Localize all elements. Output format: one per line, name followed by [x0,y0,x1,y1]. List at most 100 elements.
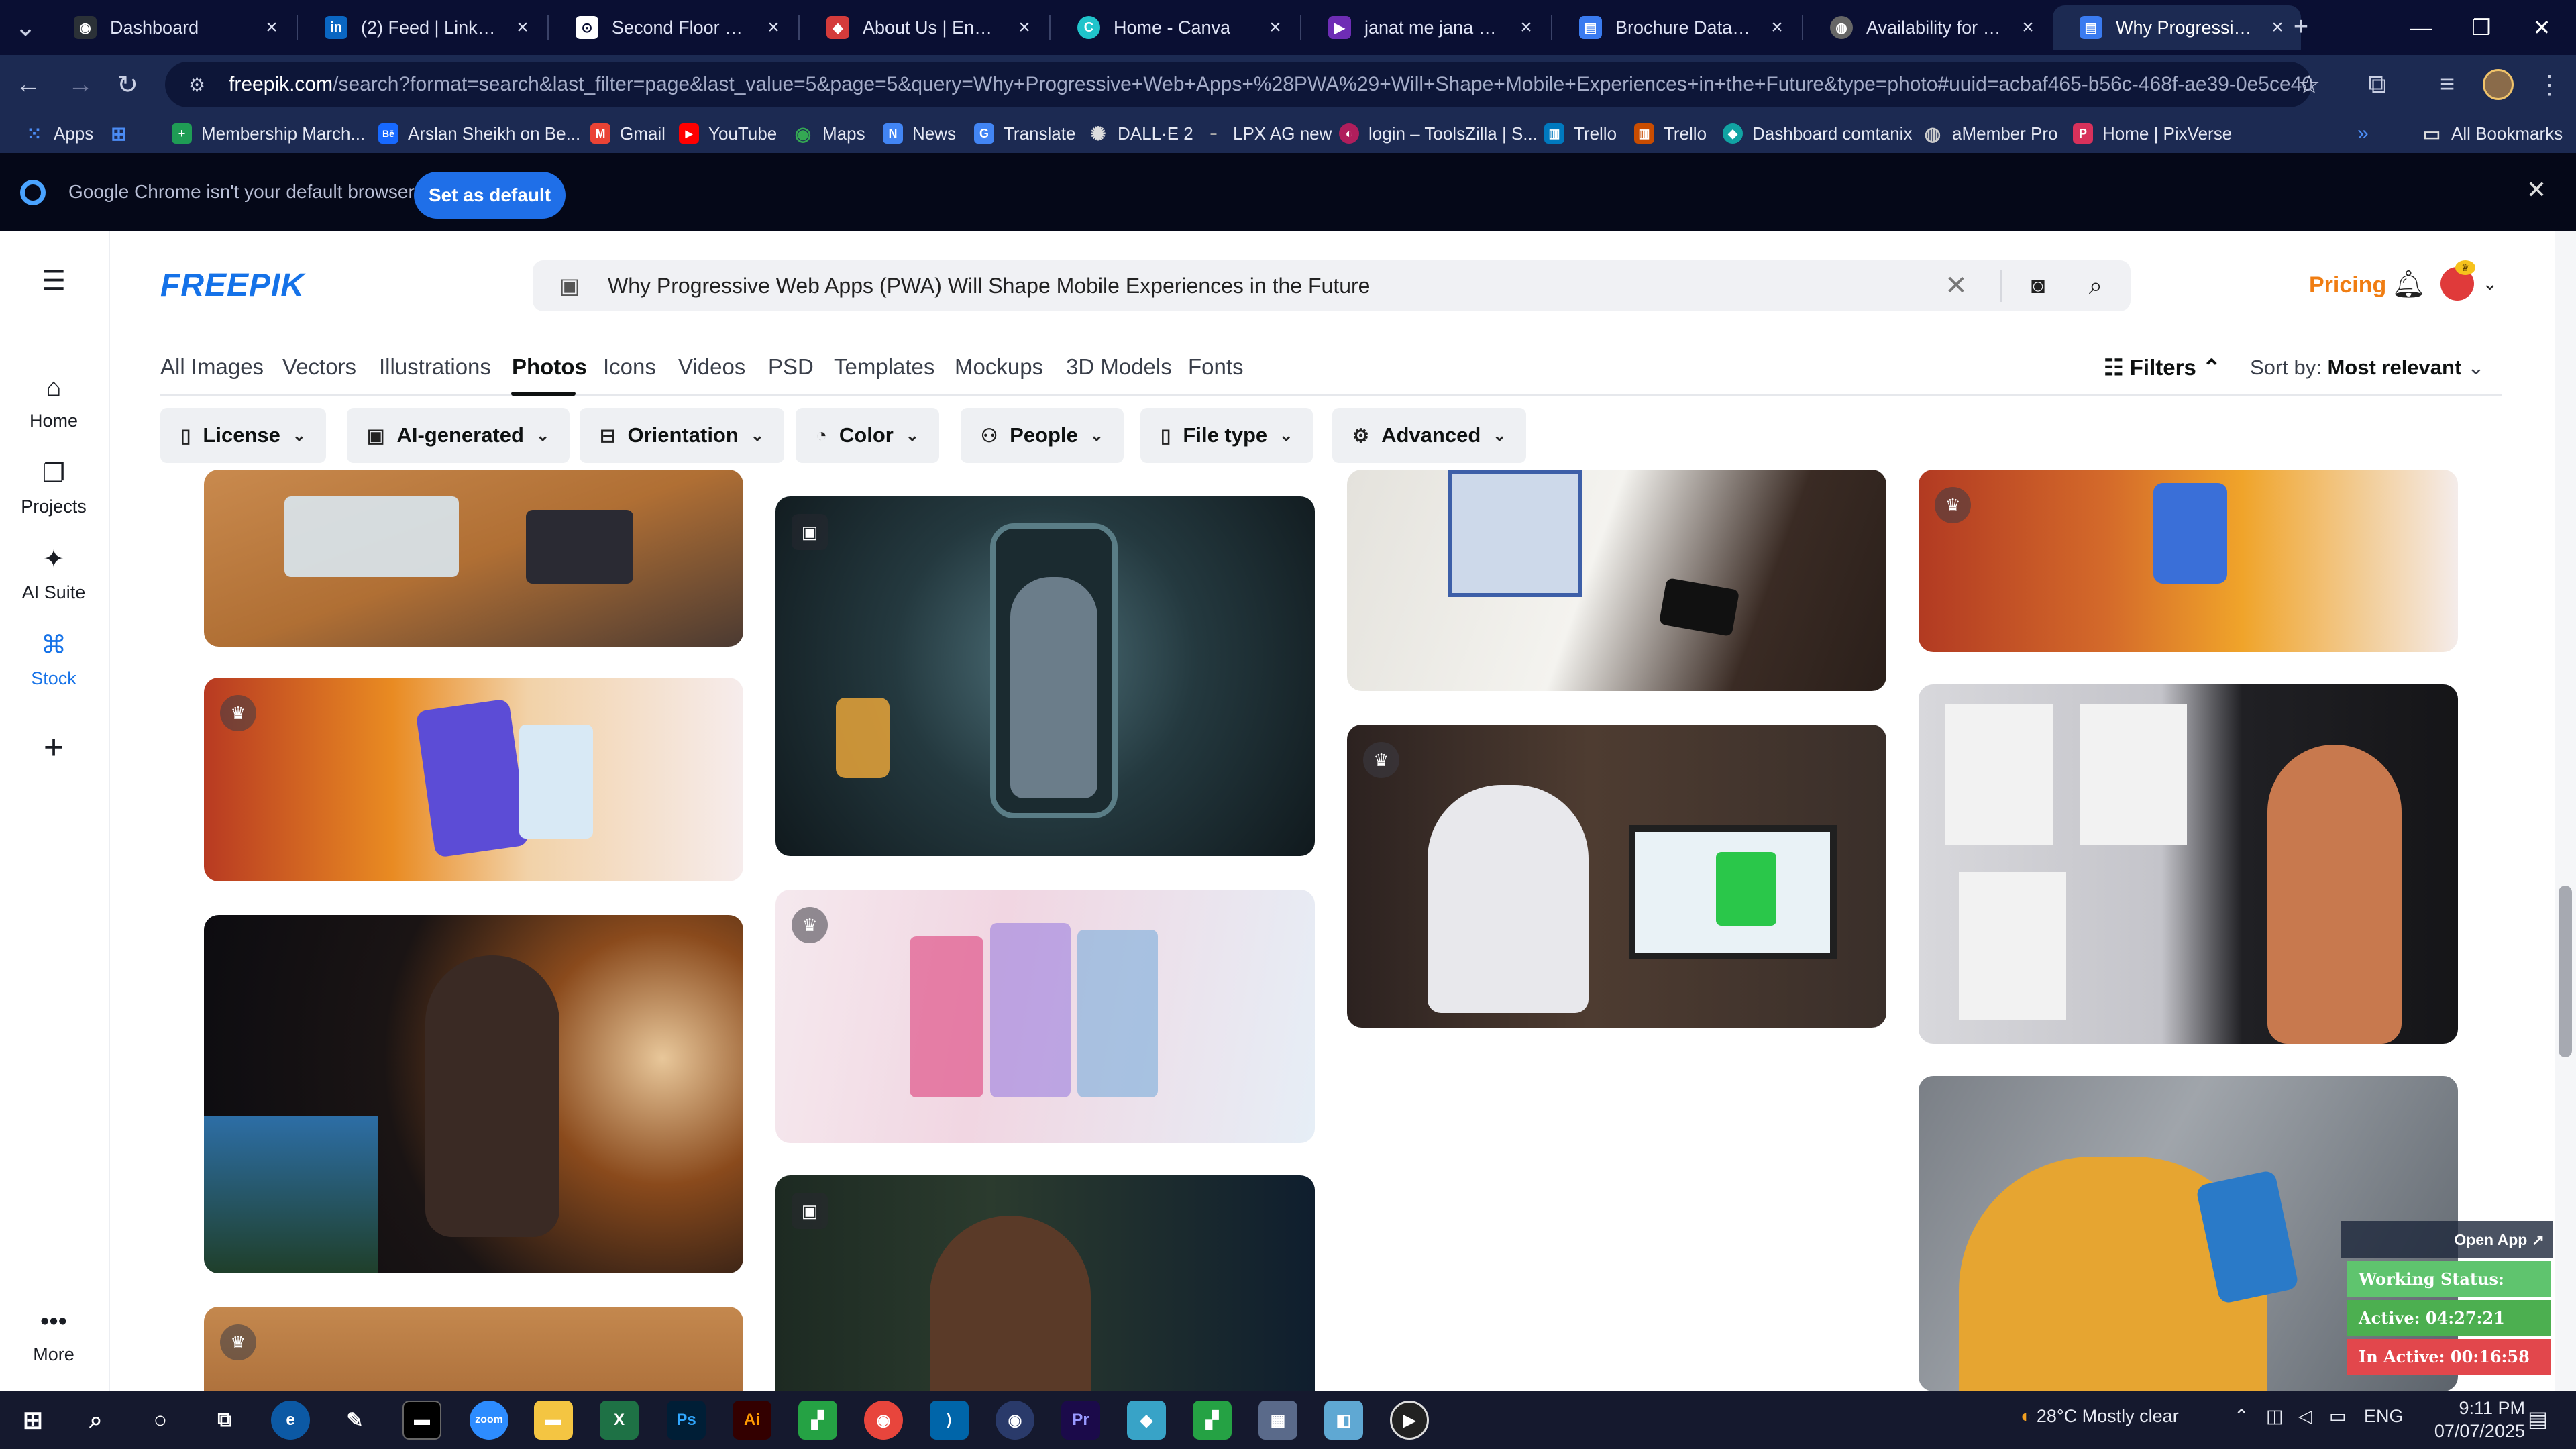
photo-result[interactable]: ▣ [775,1175,1315,1391]
photo-result[interactable] [204,470,743,647]
sort-dropdown[interactable]: Sort by: Most relevant ⌄ [2250,356,2485,380]
app-green-2-icon[interactable]: ▞ [1193,1401,1232,1440]
chrome-taskbar-icon[interactable]: ◉ [864,1401,903,1440]
tab-search-icon[interactable]: ⌄ [5,7,46,47]
hamburger-menu-icon[interactable]: ☰ [0,266,107,297]
browser-tab[interactable]: ⊙ Second Floor Flat For × [549,5,797,50]
bookmark-item[interactable]: ▥ Trello [1634,119,1707,148]
set-as-default-button[interactable]: Set as default [414,172,566,219]
rail-item-home[interactable]: ⌂ Home [0,374,107,431]
premiere-icon[interactable]: Pr [1061,1401,1100,1440]
photo-result[interactable]: ♛ [1347,724,1886,1028]
bookmark-item[interactable]: ◉ Maps [793,119,865,148]
filter-color[interactable]: ◔ Color ⌄ [796,408,939,463]
browser-tab[interactable]: C Home - Canva × [1051,5,1299,50]
rail-item-ai-suite[interactable]: ✦ AI Suite [0,546,107,603]
new-tab-icon[interactable]: + [2281,7,2321,47]
search-icon[interactable]: ⌕ [2080,270,2112,302]
cortana-icon[interactable]: ○ [141,1401,180,1440]
bookmark-item[interactable]: ◆ Dashboard comtanix [1723,119,1912,148]
tab-photos[interactable]: Photos [512,354,587,380]
tab-all-images[interactable]: All Images [160,354,264,380]
photo-result[interactable]: ♛ [775,890,1315,1143]
illustrator-icon[interactable]: Ai [733,1401,771,1440]
tab-mockups[interactable]: Mockups [955,354,1043,380]
close-tab-icon[interactable]: × [262,16,282,38]
site-info-icon[interactable]: ⚙ [185,72,209,97]
restore-icon[interactable]: ❐ [2451,0,2512,55]
bookmark-item[interactable]: – LPX AG new [1203,119,1332,148]
photo-result[interactable] [204,915,743,1273]
freepik-logo[interactable]: FREEPIK [160,267,305,304]
close-tab-icon[interactable]: × [1767,16,1787,38]
bookmark-item[interactable]: ⁙ Apps [24,119,93,148]
browser-tab[interactable]: ▶ janat me jana mumki × [1301,5,1550,50]
tab-3d-models[interactable]: 3D Models [1066,354,1172,380]
chevron-down-icon[interactable]: ⌄ [2482,272,2498,294]
photo-result[interactable] [1919,684,2458,1044]
terminal-icon[interactable]: ▬ [402,1401,441,1440]
rail-item-more[interactable]: ••• More [0,1308,107,1365]
filters-toggle[interactable]: ☷ Filters ⌃ [2104,354,2221,380]
task-view-icon[interactable]: ⧉ [205,1401,244,1440]
windows-start-icon[interactable]: ⊞ [13,1401,52,1440]
calculator-icon[interactable]: ▦ [1258,1401,1297,1440]
tab-illustrations[interactable]: Illustrations [379,354,491,380]
pen-icon[interactable]: ✎ [335,1401,374,1440]
bookmark-item[interactable]: G Translate [974,119,1075,148]
weather-widget[interactable]: ◐ 28°C Mostly clear [2021,1406,2179,1427]
browser-tab[interactable]: ▤ Brochure Data - Goo × [1552,5,1801,50]
more-bookmarks-icon[interactable]: » [2357,119,2369,148]
bookmark-item[interactable]: N News [883,119,956,148]
clear-search-icon[interactable]: ✕ [1940,270,1972,302]
minimize-icon[interactable]: — [2391,0,2451,55]
photo-result[interactable]: ♛ [204,678,743,881]
photoshop-icon[interactable]: Ps [667,1401,706,1440]
volume-icon[interactable]: ◁ [2298,1406,2312,1427]
bookmark-item[interactable]: M Gmail [590,119,665,148]
clock[interactable]: 9:11 PM 07/07/2025 [2424,1397,2525,1442]
camera-search-icon[interactable]: ◙ [2023,271,2053,301]
tray-chevron-icon[interactable]: ⌃ [2234,1406,2249,1427]
browser-tab-active[interactable]: ▤ Why Progressive We × [2053,5,2301,50]
battery-icon[interactable]: ▭ [2329,1406,2347,1427]
scrollbar-thumb[interactable] [2559,885,2572,1057]
plus-icon[interactable]: + [0,727,107,767]
search-input[interactable] [608,268,1815,303]
tab-fonts[interactable]: Fonts [1188,354,1244,380]
browser-tab[interactable]: in (2) Feed | LinkedIn × [298,5,546,50]
filter-orientation[interactable]: ⊟ Orientation ⌄ [580,408,784,463]
open-app-button[interactable]: Open App ↗ [2341,1221,2553,1258]
tab-psd[interactable]: PSD [768,354,814,380]
photo-result[interactable]: ♛ [1919,470,2458,652]
reload-icon[interactable]: ↻ [107,64,148,105]
close-tab-icon[interactable]: × [1516,16,1536,38]
pricing-link[interactable]: Pricing [2309,272,2386,299]
close-infobar-icon[interactable]: ✕ [2526,176,2546,204]
close-tab-icon[interactable]: × [2018,16,2038,38]
bookmark-item[interactable]: ▶ YouTube [679,119,777,148]
filter-file-type[interactable]: ▯ File type ⌄ [1140,408,1313,463]
back-icon[interactable]: ← [8,64,48,105]
tab-videos[interactable]: Videos [678,354,745,380]
all-bookmarks[interactable]: ▭ All Bookmarks [2422,119,2563,148]
tab-vectors[interactable]: Vectors [282,354,356,380]
app-green-icon[interactable]: ▞ [798,1401,837,1440]
bookmark-item[interactable]: ⊞ [109,119,129,148]
media-controls-icon[interactable]: ≡ [2427,64,2467,105]
media-player-icon[interactable]: ▶ [1390,1401,1429,1440]
app-file-icon[interactable]: ◧ [1324,1401,1363,1440]
profile-avatar[interactable] [2478,64,2518,105]
bookmark-item[interactable]: ▥ Trello [1544,119,1617,148]
notifications-icon[interactable]: ▤ [2528,1406,2548,1432]
bookmark-item[interactable]: ◐ login – ToolsZilla | S... [1339,119,1538,148]
filter-license[interactable]: ▯ License ⌄ [160,408,326,463]
file-explorer-icon[interactable]: ▬ [534,1401,573,1440]
chrome-menu-icon[interactable]: ⋮ [2529,64,2569,105]
tab-icons[interactable]: Icons [603,354,656,380]
bookmark-item[interactable]: Bē Arslan Sheikh on Be... [378,119,580,148]
vscode-icon[interactable]: ⟩ [930,1401,969,1440]
filter-ai-generated[interactable]: ▣ AI-generated ⌄ [347,408,570,463]
search-icon[interactable]: ⌕ [76,1401,115,1440]
app-blue-icon[interactable]: ◆ [1127,1401,1166,1440]
